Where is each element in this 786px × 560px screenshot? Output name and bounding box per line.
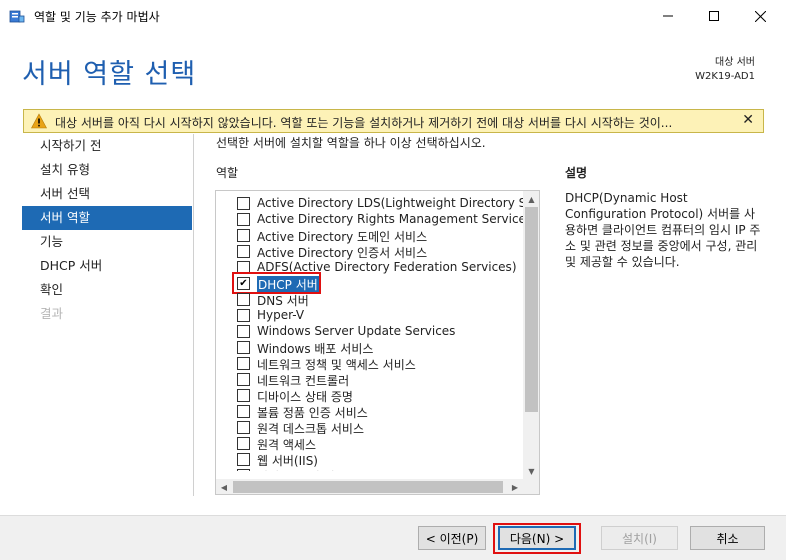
role-item[interactable]: 네트워크 정책 및 액세스 서비스 (216, 355, 524, 372)
role-item[interactable]: 디바이스 상태 증명 (216, 387, 524, 404)
role-checkbox[interactable] (237, 357, 250, 370)
maximize-button[interactable] (691, 0, 737, 32)
window-title: 역할 및 기능 추가 마법사 (34, 10, 160, 24)
role-item[interactable]: 네트워크 컨트롤러 (216, 371, 524, 388)
role-checkbox[interactable] (237, 405, 250, 418)
warning-icon (30, 113, 48, 129)
role-checkbox[interactable] (237, 437, 250, 450)
role-checkbox[interactable] (237, 421, 250, 434)
roles-heading: 역할 (216, 166, 239, 180)
nav-step-1[interactable]: 설치 유형 (22, 158, 192, 182)
scroll-down-icon[interactable]: ▼ (523, 463, 539, 479)
cancel-button[interactable]: 취소 (690, 526, 765, 550)
role-checkbox[interactable] (237, 469, 250, 471)
role-item[interactable]: 원격 데스크톱 서비스 (216, 419, 524, 436)
description-text: DHCP(Dynamic Host Configuration Protocol… (565, 191, 761, 269)
minimize-button[interactable] (645, 0, 691, 32)
nav-step-4[interactable]: 기능 (22, 230, 192, 254)
role-checkbox[interactable] (237, 373, 250, 386)
role-checkbox[interactable] (237, 389, 250, 402)
role-checkbox[interactable] (237, 341, 250, 354)
target-server-label: 대상 서버 (715, 57, 755, 68)
vertical-scroll-thumb[interactable] (525, 207, 538, 412)
role-item[interactable]: 웹 서버(IIS) (216, 451, 524, 468)
role-item[interactable]: 볼륨 정품 인증 서비스 (216, 403, 524, 420)
role-item[interactable]: Active Directory 인증서 서비스 (216, 243, 524, 260)
vertical-scrollbar[interactable]: ▲ ▼ (523, 191, 539, 479)
role-item[interactable]: Active Directory Rights Management Servi… (216, 211, 524, 227)
role-checkbox[interactable] (237, 453, 250, 466)
role-checkbox[interactable] (237, 293, 250, 306)
roles-tree[interactable]: Active Directory LDS(Lightweight Directo… (215, 190, 540, 495)
page-title: 서버 역할 선택 (22, 59, 197, 90)
role-checkbox[interactable] (237, 197, 250, 210)
role-item[interactable]: ✔ DHCP 서버 (216, 272, 524, 294)
role-item[interactable]: Hyper-V (216, 307, 524, 323)
scroll-corner (523, 479, 539, 494)
role-checkbox[interactable] (237, 325, 250, 338)
warning-message: 대상 서버를 아직 다시 시작하지 않았습니다. 역할 또는 기능을 설치하거나… (55, 116, 673, 130)
role-item[interactable]: Active Directory LDS(Lightweight Directo… (216, 195, 524, 211)
warning-bar: 대상 서버를 아직 다시 시작하지 않았습니다. 역할 또는 기능을 설치하거나… (23, 109, 764, 133)
role-label[interactable]: Windows Server Update Services (257, 324, 455, 338)
nav-step-3[interactable]: 서버 역할 (22, 206, 192, 230)
instruction-text: 선택한 서버에 설치할 역할을 하나 이상 선택하십시오. (216, 136, 486, 150)
role-item[interactable]: Windows Server Update Services (216, 323, 524, 339)
role-checkbox[interactable] (237, 213, 250, 226)
previous-button[interactable]: < 이전(P) (418, 526, 486, 550)
warning-close-icon[interactable]: ✕ (742, 112, 754, 128)
nav-step-6[interactable]: 확인 (22, 278, 192, 302)
next-button[interactable]: 다음(N) > (498, 526, 576, 550)
role-item[interactable]: Windows 배포 서비스 (216, 339, 524, 356)
title-bar: 역할 및 기능 추가 마법사 (0, 0, 786, 32)
close-button[interactable] (737, 0, 783, 32)
description-heading: 설명 (565, 166, 588, 180)
wizard-steps-nav: 시작하기 전 설치 유형 서버 선택 서버 역할 기능 DHCP 서버 확인결과 (22, 134, 192, 326)
target-server-name: W2K19-AD1 (695, 71, 755, 82)
nav-step-5[interactable]: DHCP 서버 (22, 254, 192, 278)
role-label[interactable]: 인쇄 및 문서 서비스 (257, 468, 357, 471)
roles-list: Active Directory LDS(Lightweight Directo… (216, 195, 524, 471)
role-label[interactable]: Active Directory LDS(Lightweight Directo… (257, 196, 524, 210)
role-checkbox[interactable] (237, 309, 250, 322)
horizontal-scroll-thumb[interactable] (233, 481, 503, 493)
role-label[interactable]: Hyper-V (257, 308, 304, 322)
nav-step-7: 결과 (40, 306, 64, 321)
scroll-left-icon[interactable]: ◀ (216, 479, 232, 494)
role-label[interactable]: Active Directory Rights Management Servi… (257, 212, 524, 226)
nav-step-0[interactable]: 시작하기 전 (22, 134, 192, 158)
role-item[interactable]: DNS 서버 (216, 291, 524, 308)
install-button: 설치(I) (601, 526, 678, 550)
nav-step-2[interactable]: 서버 선택 (22, 182, 192, 206)
horizontal-scrollbar[interactable]: ◀ ▶ (216, 479, 523, 494)
nav-divider (193, 134, 194, 496)
scroll-right-icon[interactable]: ▶ (507, 479, 523, 494)
role-item[interactable]: 인쇄 및 문서 서비스 (216, 467, 524, 471)
role-checkbox[interactable] (237, 245, 250, 258)
role-checkbox[interactable] (237, 229, 250, 242)
wizard-footer: < 이전(P) 다음(N) > 설치(I) 취소 (0, 515, 786, 560)
server-manager-icon (9, 8, 25, 24)
target-server-info: 대상 서버 W2K19-AD1 (695, 56, 755, 84)
role-item[interactable]: Active Directory 도메인 서비스 (216, 227, 524, 244)
scroll-up-icon[interactable]: ▲ (523, 191, 539, 207)
role-item[interactable]: 원격 액세스 (216, 435, 524, 452)
